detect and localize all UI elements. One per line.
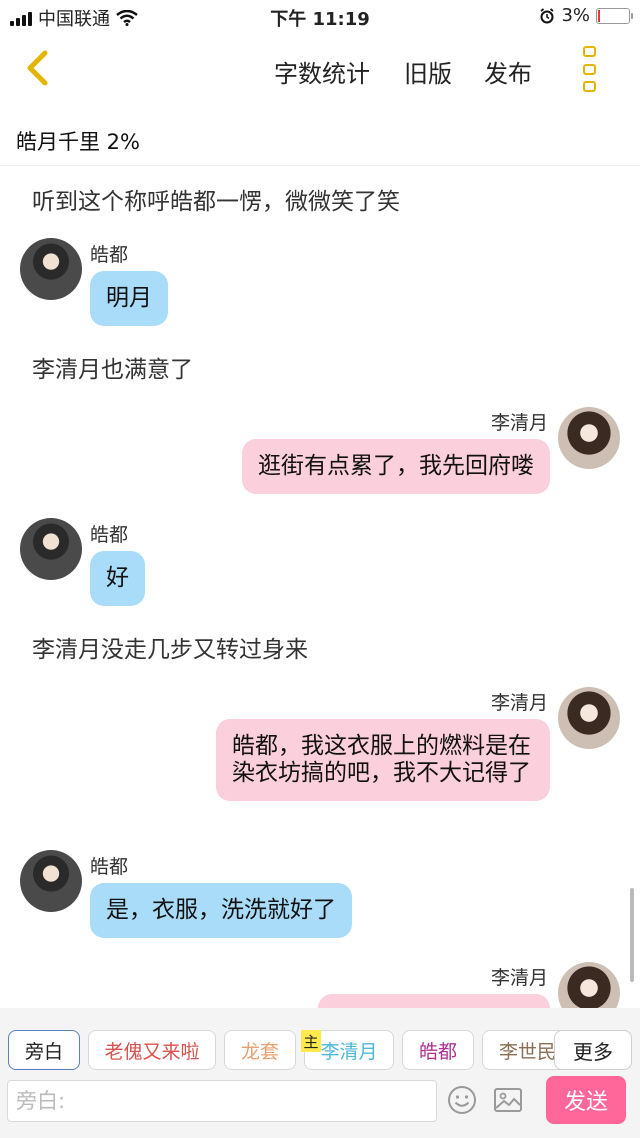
- role-chip-narrator[interactable]: 旁白: [8, 1030, 80, 1070]
- avatar-haodu[interactable]: [20, 238, 82, 300]
- avatar-haodu[interactable]: [20, 518, 82, 580]
- message-bubble[interactable]: 明月: [90, 271, 168, 326]
- battery-percent: 3%: [561, 5, 590, 26]
- role-chip-longtao[interactable]: 龙套: [224, 1030, 296, 1070]
- sender-name: 皓都: [90, 244, 129, 266]
- word-count-button[interactable]: 字数统计: [274, 54, 370, 89]
- role-label: 龙套: [240, 1040, 279, 1063]
- more-menu-icon[interactable]: [578, 46, 600, 92]
- sender-name: 李清月: [490, 692, 548, 714]
- message-bubble[interactable]: 是，衣服，洗洗就好了: [90, 883, 352, 938]
- avatar-liqingyue[interactable]: [558, 407, 620, 469]
- story-progress: 皓月千里 2%: [16, 130, 140, 154]
- status-bar: 中国联通 下午 11:19 3%: [0, 0, 640, 34]
- role-chip-laokui[interactable]: 老傀又来啦: [88, 1030, 216, 1070]
- publish-button[interactable]: 发布: [484, 54, 532, 89]
- message-bubble[interactable]: 皓都，我这衣服上的燃料是在染衣坊搞的吧，我不大记得了: [216, 719, 550, 801]
- role-label: 皓都: [418, 1040, 457, 1063]
- narration: 李清月没走几步又转过身来: [32, 637, 308, 663]
- composer: 发送: [0, 1072, 640, 1138]
- top-nav: 字数统计 旧版 发布: [0, 34, 640, 104]
- battery-icon: [596, 7, 633, 24]
- narration: 李清月也满意了: [32, 357, 193, 383]
- scrollbar[interactable]: [630, 888, 634, 982]
- role-label: 李世民: [499, 1040, 557, 1063]
- back-chevron-icon[interactable]: [18, 48, 58, 88]
- send-button[interactable]: 发送: [546, 1076, 626, 1124]
- message-bubble[interactable]: 好: [90, 551, 145, 606]
- image-icon[interactable]: [492, 1084, 524, 1116]
- role-chip-haodu[interactable]: 皓都: [402, 1030, 474, 1070]
- avatar-haodu[interactable]: [20, 850, 82, 912]
- status-right: 3%: [539, 5, 633, 26]
- more-roles-button[interactable]: 更多: [554, 1030, 632, 1070]
- sender-name: 李清月: [490, 412, 548, 434]
- role-label: 李清月: [320, 1040, 378, 1063]
- role-selector: 旁白 老傀又来啦 龙套 李清月 主 皓都 李世民: [0, 1008, 640, 1072]
- alarm-icon: [540, 7, 554, 23]
- divider: [0, 165, 640, 166]
- message-input[interactable]: [7, 1080, 437, 1122]
- narration: 听到这个称呼皓都一愣，微微笑了笑: [32, 189, 400, 215]
- sender-name: 皓都: [90, 524, 129, 546]
- old-version-button[interactable]: 旧版: [404, 54, 452, 89]
- sender-name: 皓都: [90, 856, 129, 878]
- message-bubble[interactable]: 逛街有点累了，我先回府喽: [242, 439, 550, 494]
- avatar-liqingyue[interactable]: [558, 687, 620, 749]
- emoji-icon[interactable]: [446, 1084, 478, 1116]
- role-label: 老傀又来啦: [104, 1040, 200, 1063]
- host-tag: 主: [301, 1030, 321, 1052]
- role-label: 旁白: [24, 1040, 63, 1063]
- sender-name: 李清月: [490, 967, 548, 989]
